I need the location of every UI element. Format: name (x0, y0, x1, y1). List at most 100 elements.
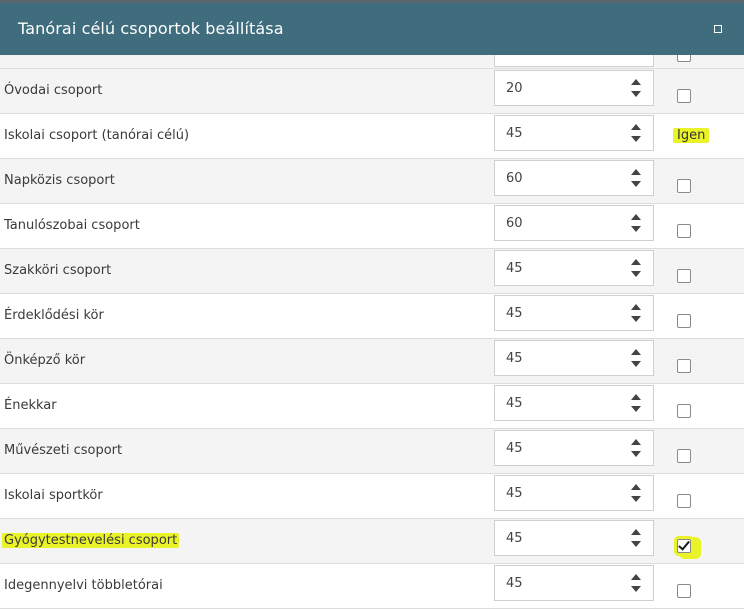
dialog-title: Tanórai célú csoportok beállítása (18, 19, 284, 38)
row-checkbox[interactable] (677, 269, 691, 283)
table-row: Iskolai sportkör 45 (0, 474, 744, 519)
number-value: 45 (506, 486, 523, 501)
row-label: Művészeti csoport (4, 443, 123, 458)
number-input[interactable]: 60 (494, 160, 654, 196)
row-label: Idegennyelvi többletórai (4, 578, 163, 593)
number-value: 45 (506, 306, 523, 321)
caret-down-icon[interactable] (631, 91, 641, 97)
caret-up-icon[interactable] (631, 439, 641, 445)
caret-down-icon[interactable] (631, 226, 641, 232)
spinner[interactable] (620, 296, 654, 330)
table-row: Iskolai csoport (tanórai célú) 45 Igen (0, 114, 744, 159)
row-checkbox[interactable] (677, 449, 691, 463)
row-checkbox[interactable] (677, 404, 691, 418)
number-input[interactable]: 45 (494, 520, 654, 556)
row-label: Óvodai csoport (4, 83, 103, 98)
caret-up-icon[interactable] (631, 304, 641, 310)
number-value: 45 (506, 351, 523, 366)
row-checkbox[interactable] (677, 224, 691, 238)
settings-table: Óvodai csoport 20 Iskolai csoport (tanór… (0, 55, 744, 609)
spinner[interactable] (620, 476, 654, 510)
caret-up-icon[interactable] (631, 124, 641, 130)
caret-up-icon[interactable] (631, 259, 641, 265)
number-input[interactable]: 45 (494, 475, 654, 511)
spinner[interactable] (620, 431, 654, 465)
number-value: 60 (506, 171, 523, 186)
caret-down-icon[interactable] (631, 181, 641, 187)
number-value: 45 (506, 261, 523, 276)
number-input-partial[interactable] (494, 55, 654, 67)
dialog-header: Tanórai célú csoportok beállítása (0, 3, 744, 55)
caret-down-icon[interactable] (631, 496, 641, 502)
number-value: 45 (506, 576, 523, 591)
spinner[interactable] (620, 206, 654, 240)
caret-up-icon[interactable] (631, 169, 641, 175)
spinner[interactable] (620, 116, 654, 150)
table-row: Érdeklődési kör 45 (0, 294, 744, 339)
row-label: Önképző kör (4, 353, 86, 368)
spinner[interactable] (620, 71, 654, 105)
number-value: 45 (506, 441, 523, 456)
caret-down-icon[interactable] (631, 451, 641, 457)
number-value: 45 (506, 126, 523, 141)
number-input[interactable]: 45 (494, 385, 654, 421)
table-row: Gyógytestnevelési csoport 45 (0, 519, 744, 564)
caret-down-icon[interactable] (631, 541, 641, 547)
spinner[interactable] (620, 386, 654, 420)
fixed-value-text: Igen (673, 128, 710, 143)
row-checkbox[interactable] (677, 359, 691, 373)
table-row: Óvodai csoport 20 (0, 69, 744, 114)
caret-up-icon[interactable] (631, 529, 641, 535)
number-input[interactable]: 45 (494, 340, 654, 376)
row-checkbox[interactable] (677, 584, 691, 598)
spinner[interactable] (620, 251, 654, 285)
number-input[interactable]: 45 (494, 115, 654, 151)
number-input[interactable]: 20 (494, 70, 654, 106)
number-input[interactable]: 45 (494, 295, 654, 331)
caret-up-icon[interactable] (631, 394, 641, 400)
table-row: Tanulószobai csoport 60 (0, 204, 744, 249)
row-label: Érdeklődési kör (4, 308, 104, 323)
row-checkbox[interactable] (677, 314, 691, 328)
caret-down-icon[interactable] (631, 406, 641, 412)
number-input[interactable]: 60 (494, 205, 654, 241)
row-checkbox[interactable] (677, 538, 691, 553)
row-checkbox[interactable] (677, 179, 691, 193)
caret-down-icon[interactable] (631, 316, 641, 322)
spinner[interactable] (620, 341, 654, 375)
row-label: Énekkar (4, 398, 57, 413)
checkbox-partial[interactable] (677, 55, 691, 62)
caret-down-icon[interactable] (631, 271, 641, 277)
caret-up-icon[interactable] (631, 574, 641, 580)
spinner[interactable] (620, 521, 654, 555)
spinner[interactable] (620, 566, 654, 600)
caret-down-icon[interactable] (631, 361, 641, 367)
table-row: Idegennyelvi többletórai 45 (0, 564, 744, 609)
caret-up-icon[interactable] (631, 349, 641, 355)
row-checkbox[interactable] (677, 494, 691, 508)
row-label: Iskolai csoport (tanórai célú) (4, 128, 190, 143)
number-value: 20 (506, 81, 523, 96)
row-label: Iskolai sportkör (4, 488, 103, 503)
table-row-partial (0, 55, 744, 69)
number-value: 45 (506, 396, 523, 411)
spinner[interactable] (620, 161, 654, 195)
table-row: Művészeti csoport 45 (0, 429, 744, 474)
row-label: Szakköri csoport (4, 263, 112, 278)
number-value: 45 (506, 531, 523, 546)
number-value: 60 (506, 216, 523, 231)
number-input[interactable]: 45 (494, 565, 654, 601)
maximize-icon[interactable] (714, 25, 722, 33)
caret-up-icon[interactable] (631, 79, 641, 85)
caret-up-icon[interactable] (631, 214, 641, 220)
row-checkbox[interactable] (677, 89, 691, 103)
caret-down-icon[interactable] (631, 586, 641, 592)
table-row: Önképző kör 45 (0, 339, 744, 384)
number-input[interactable]: 45 (494, 430, 654, 466)
number-input[interactable]: 45 (494, 250, 654, 286)
table-row: Énekkar 45 (0, 384, 744, 429)
caret-up-icon[interactable] (631, 484, 641, 490)
checkmark-icon (678, 538, 690, 551)
row-label: Gyógytestnevelési csoport (2, 533, 180, 548)
caret-down-icon[interactable] (631, 136, 641, 142)
